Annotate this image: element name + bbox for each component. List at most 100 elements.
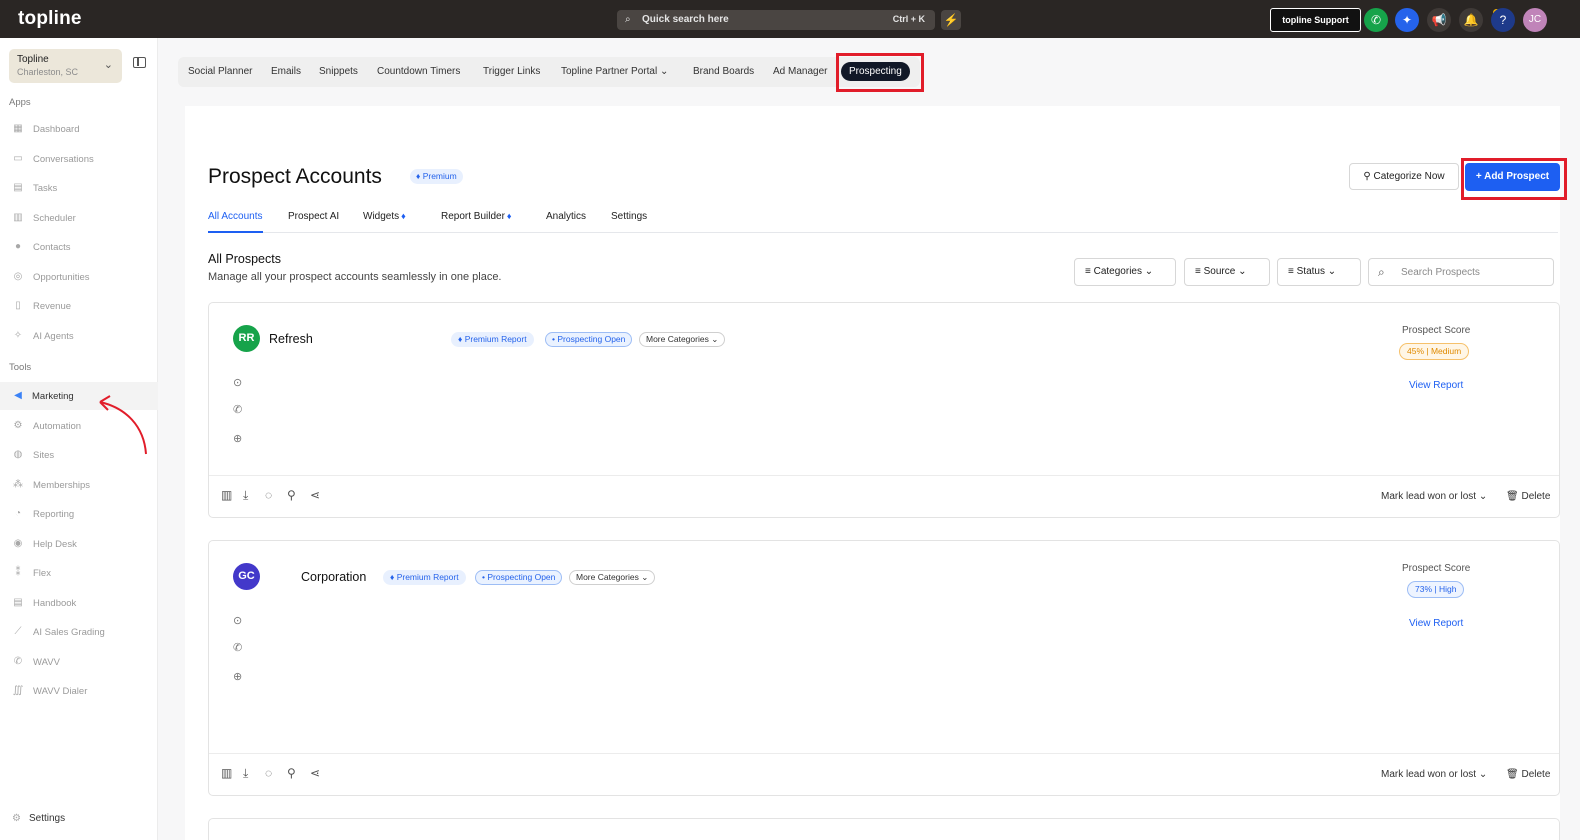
phone-icon: ✆ [233, 404, 243, 416]
card-footer: ▥ ⤓ ◌ ⚲ ⋖ Mark lead won or lost ⌄ 🗑 Dele… [209, 753, 1559, 797]
marketing-tab-strip: Social Planner Emails Snippets Countdown… [178, 57, 920, 87]
comment-icon[interactable]: ◌ [265, 766, 272, 780]
sidebar-item-settings[interactable]: ⚙ Settings [12, 813, 65, 824]
tab-report-builder[interactable]: Report Builder ♦ [441, 211, 512, 222]
sidebar-item-scheduler[interactable]: ▥ Scheduler [0, 204, 158, 232]
sidebar-item-ai-agents[interactable]: ✧ AI Agents [0, 322, 158, 350]
diamond-icon: ♦ [506, 211, 512, 221]
sidebar-item-reporting[interactable]: ◔ Reporting [0, 500, 158, 528]
phone-icon: ✆ [13, 656, 23, 667]
assign-user-icon[interactable]: ⚲ [287, 488, 296, 502]
prospect-name[interactable]: Refresh [269, 332, 313, 346]
source-filter[interactable]: ≡ Source ⌄ [1184, 258, 1270, 286]
download-icon[interactable]: ⤓ [243, 766, 248, 781]
sidebar-item-help-desk[interactable]: ◉ Help Desk [0, 530, 158, 558]
prospect-card: RR Refresh ♦ Premium Report • Prospectin… [208, 302, 1560, 518]
location-icon: ⊙ [233, 615, 243, 627]
sidebar-item-conversations[interactable]: ▭ Conversations [0, 145, 158, 173]
card-footer: ▥ ⤓ ◌ ⚲ ⋖ Mark lead won or lost ⌄ 🗑 Dele… [209, 475, 1559, 519]
gear-icon: ⚙ [12, 813, 21, 824]
more-categories-dropdown[interactable]: More Categories ⌄ [569, 570, 656, 585]
sidebar-item-revenue[interactable]: ▯ Revenue [0, 292, 158, 320]
sidebar-item-memberships[interactable]: ⁂ Memberships [0, 471, 158, 499]
gear-icon: ⚙ [13, 420, 23, 431]
tab-social-planner[interactable]: Social Planner [188, 66, 252, 77]
premium-report-pill[interactable]: ♦ Premium Report [451, 332, 534, 347]
globe-icon: ⊕ [233, 671, 243, 683]
categorize-now-button[interactable]: ⚲ Categorize Now [1349, 163, 1459, 190]
sidebar-collapse-icon[interactable] [133, 57, 146, 68]
delete-button[interactable]: 🗑 Delete [1506, 491, 1550, 502]
delete-button[interactable]: 🗑 Delete [1506, 769, 1550, 780]
quick-search[interactable]: ⌕ Quick search here Ctrl + K [617, 10, 935, 30]
sidebar-item-wavv[interactable]: ✆ WAVV [0, 648, 158, 676]
tab-all-accounts[interactable]: All Accounts [208, 211, 262, 222]
group-icon: ⁂ [13, 479, 23, 490]
tab-brand-boards[interactable]: Brand Boards [693, 66, 754, 77]
diamond-icon: ♦ [401, 211, 406, 221]
chevron-down-icon: ⌄ [103, 59, 113, 71]
tab-ad-manager[interactable]: Ad Manager [773, 66, 827, 77]
view-report-link[interactable]: View Report [1409, 380, 1463, 391]
prospect-name[interactable]: Corporation [301, 570, 366, 584]
sidebar-item-dashboard[interactable]: ▦ Dashboard [0, 115, 158, 143]
categories-filter[interactable]: ≡ Categories ⌄ [1074, 258, 1176, 286]
premium-report-pill[interactable]: ♦ Premium Report [383, 570, 466, 585]
person-edit-icon: ⚲ [1363, 171, 1374, 182]
mark-won-lost-dropdown[interactable]: Mark lead won or lost ⌄ [1381, 769, 1487, 780]
assign-user-icon[interactable]: ⚲ [287, 766, 296, 780]
tab-snippets[interactable]: Snippets [319, 66, 358, 77]
prospect-avatar: GC [233, 563, 260, 590]
dialer-icon: ∭ [12, 685, 24, 696]
tab-analytics[interactable]: Analytics [546, 211, 586, 222]
account-switcher[interactable]: Topline Charleston, SC ⌄ [9, 49, 122, 83]
chat-icon: ▭ [13, 153, 23, 164]
search-shortcut: Ctrl + K [892, 14, 925, 24]
comment-icon[interactable]: ◌ [265, 488, 272, 502]
download-icon[interactable]: ⤓ [243, 488, 248, 503]
megaphone-icon[interactable]: 📢 [1427, 8, 1451, 32]
sidebar-item-contacts[interactable]: ● Contacts [0, 233, 158, 261]
filter-icon: ≡ [1195, 266, 1204, 277]
tab-widgets[interactable]: Widgets ♦ [363, 211, 406, 222]
bell-icon[interactable]: 🔔 [1459, 8, 1483, 32]
people-icon: ⁑ [15, 567, 21, 578]
mark-won-lost-dropdown[interactable]: Mark lead won or lost ⌄ [1381, 491, 1487, 502]
tab-settings[interactable]: Settings [611, 211, 647, 222]
status-filter[interactable]: ≡ Status ⌄ [1277, 258, 1361, 286]
chevron-down-icon: ⌄ [641, 572, 649, 582]
sidebar-item-tasks[interactable]: ▤ Tasks [0, 174, 158, 202]
sidebar-item-ai-sales-grading[interactable]: ⟋ AI Sales Grading [0, 618, 158, 646]
bolt-icon[interactable]: ⚡ [941, 10, 961, 30]
tasks-icon: ▤ [13, 182, 23, 193]
sparkle-icon[interactable]: ✦ [1395, 8, 1419, 32]
help-icon[interactable]: ? [1491, 8, 1515, 32]
tab-topline-partner-portal[interactable]: Topline Partner Portal ⌄ [561, 66, 668, 77]
prospect-card [208, 818, 1560, 840]
sidebar-item-handbook[interactable]: ▤ Handbook [0, 589, 158, 617]
building-icon[interactable]: ▥ [221, 766, 232, 780]
building-icon[interactable]: ▥ [221, 488, 232, 502]
sidebar-item-flex[interactable]: ⁑ Flex [0, 559, 158, 587]
share-icon[interactable]: ⋖ [310, 488, 320, 502]
dashboard-icon: ▦ [13, 123, 23, 134]
view-report-link[interactable]: View Report [1409, 618, 1463, 629]
pie-chart-icon: ◔ [14, 508, 22, 519]
tab-countdown-timers[interactable]: Countdown Timers [377, 66, 460, 77]
sidebar-item-opportunities[interactable]: ◎ Opportunities [0, 263, 158, 291]
tab-prospect-ai[interactable]: Prospect AI [288, 211, 339, 222]
tab-trigger-links[interactable]: Trigger Links [483, 66, 540, 77]
user-avatar[interactable]: JC [1523, 8, 1547, 32]
sidebar-item-wavv-dialer[interactable]: ∭ WAVV Dialer [0, 677, 158, 705]
prospect-score-label: Prospect Score [1402, 325, 1471, 336]
share-icon[interactable]: ⋖ [310, 766, 320, 780]
phone-icon[interactable]: ✆ [1364, 8, 1388, 32]
apps-section-label: Apps [9, 97, 31, 108]
search-prospects-input[interactable]: ⌕ Search Prospects [1368, 258, 1554, 286]
support-button[interactable]: topline Support [1270, 8, 1361, 32]
more-categories-dropdown[interactable]: More Categories ⌄ [639, 332, 726, 347]
chevron-down-icon: ⌄ [711, 334, 719, 344]
target-icon: ◎ [13, 271, 23, 282]
tab-emails[interactable]: Emails [271, 66, 301, 77]
diamond-icon: ♦ [416, 171, 423, 181]
